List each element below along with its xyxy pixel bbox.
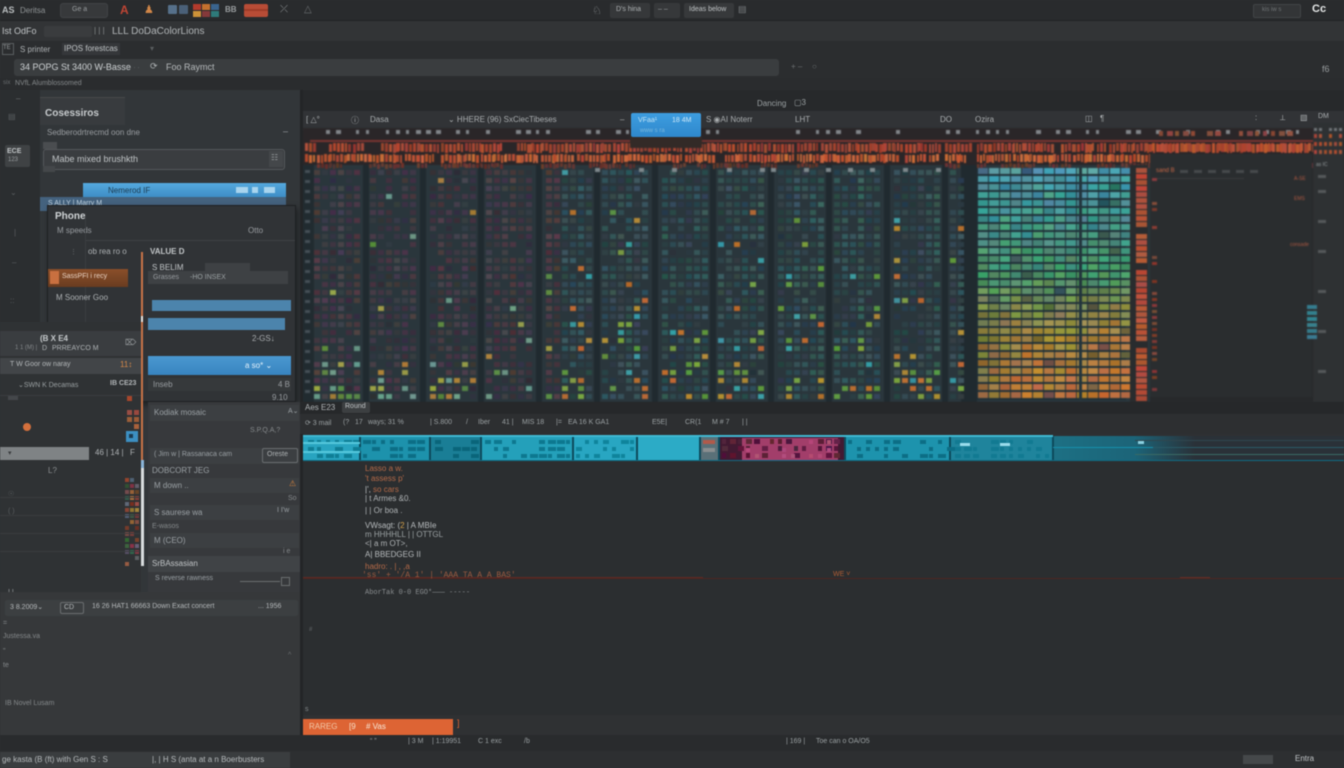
svg-text:as IC: as IC [1316, 162, 1328, 168]
svg-text:sand B: sand B [1156, 168, 1175, 174]
svg-text:A-SE: A-SE [1294, 176, 1306, 182]
svg-text:EMS: EMS [1294, 196, 1306, 202]
svg-text:consade: consade [1290, 242, 1309, 248]
